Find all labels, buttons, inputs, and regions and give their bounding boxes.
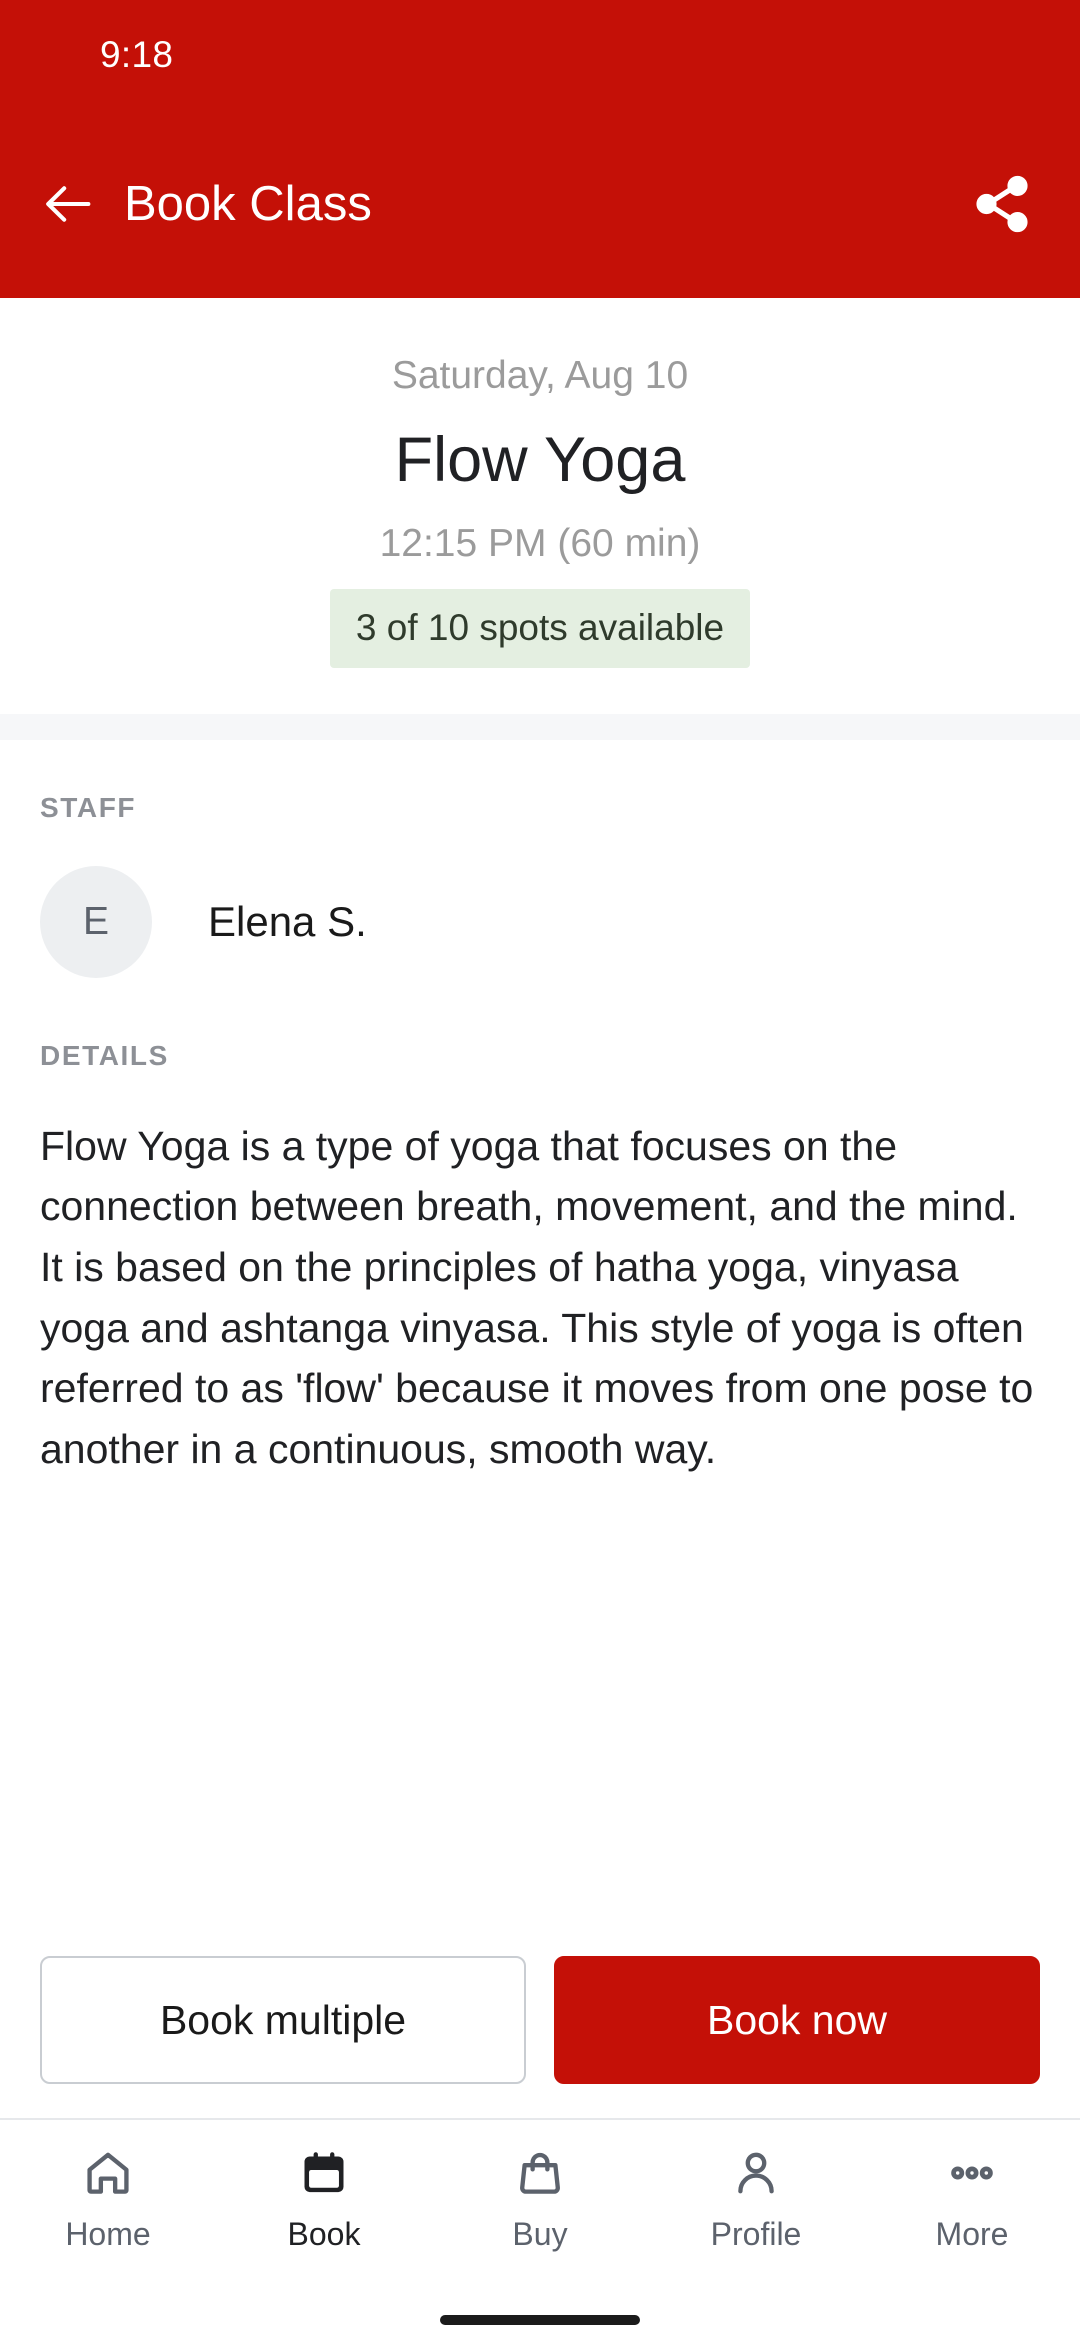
class-description: Flow Yoga is a type of yoga that focuses…: [40, 1122, 1034, 1473]
nav-item-book[interactable]: Book: [216, 2142, 432, 2250]
details-section-label: DETAILS: [40, 1039, 169, 1071]
book-multiple-button[interactable]: Book multiple: [40, 1956, 526, 2084]
bag-icon: [514, 2142, 566, 2204]
share-button[interactable]: [960, 162, 1044, 246]
app-screen: 9:18 Book Class Saturday, Aug 10 Flow Yo…: [0, 0, 1080, 2340]
page-title: Book Class: [124, 177, 372, 231]
class-time: 12:15 PM (60 min): [379, 521, 701, 565]
nav-label-profile: Profile: [710, 2216, 802, 2252]
staff-list-item[interactable]: E Elena S.: [40, 865, 1040, 978]
avatar: E: [40, 865, 152, 978]
class-date: Saturday, Aug 10: [391, 354, 689, 397]
nav-item-buy[interactable]: Buy: [432, 2142, 648, 2250]
nav-label-buy: Buy: [512, 2216, 568, 2252]
section-divider: [0, 713, 1080, 740]
book-now-button[interactable]: Book now: [554, 1956, 1040, 2084]
nav-label-book: Book: [287, 2216, 361, 2252]
class-name: Flow Yoga: [394, 425, 686, 495]
nav-label-home: Home: [65, 2216, 151, 2252]
person-icon: [730, 2142, 782, 2204]
class-hero: Saturday, Aug 10 Flow Yoga 12:15 PM (60 …: [0, 298, 1080, 714]
home-indicator-area: [0, 2300, 1080, 2340]
app-bar-region: 9:18 Book Class: [0, 0, 1080, 298]
home-icon: [82, 2142, 134, 2204]
nav-label-more: More: [935, 2216, 1009, 2252]
calendar-icon: [298, 2142, 350, 2204]
ellipsis-icon: [946, 2142, 998, 2204]
staff-section: STAFF E Elena S.: [40, 740, 1040, 978]
content-area: STAFF E Elena S. DETAILS Flow Yoga is a …: [0, 739, 1080, 1956]
app-bar: Book Class: [0, 110, 1080, 298]
action-buttons: Book multiple Book now: [0, 1956, 1080, 2084]
arrow-left-icon: [40, 175, 98, 233]
bottom-navigation: Home Book Buy Profile More: [0, 2118, 1080, 2300]
status-bar-clock: 9:18: [100, 34, 174, 75]
staff-section-label: STAFF: [40, 791, 137, 823]
details-section: DETAILS Flow Yoga is a type of yoga that…: [40, 978, 1040, 1480]
staff-name: Elena S.: [208, 897, 367, 945]
spots-available-badge: 3 of 10 spots available: [329, 588, 751, 668]
status-bar: 9:18: [0, 0, 1080, 110]
back-button[interactable]: [30, 165, 108, 243]
nav-item-profile[interactable]: Profile: [648, 2142, 864, 2250]
nav-item-home[interactable]: Home: [0, 2142, 216, 2250]
nav-item-more[interactable]: More: [864, 2142, 1080, 2250]
home-indicator[interactable]: [440, 2315, 640, 2325]
share-icon: [971, 173, 1033, 235]
